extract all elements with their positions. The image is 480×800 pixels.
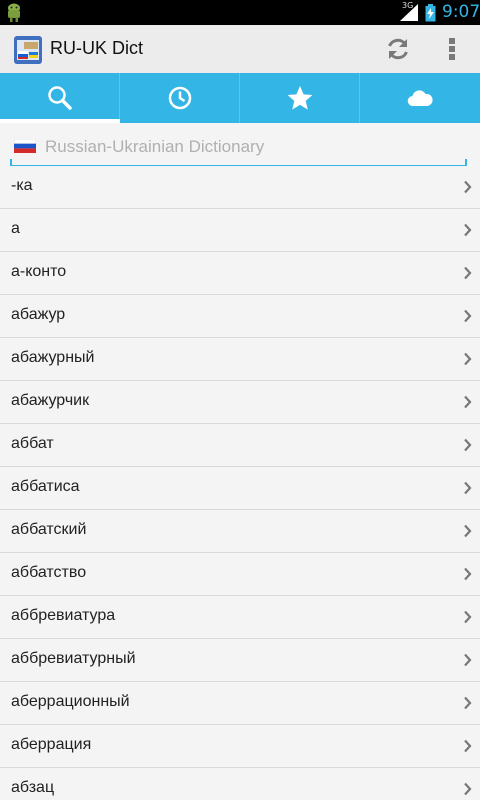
word-list: -ка а а-конто абажур абажурный абажурчик аббат… (0, 166, 480, 800)
word-list-item[interactable]: аббатство (0, 553, 480, 596)
tab-bar (0, 73, 480, 123)
search-input[interactable] (45, 133, 465, 161)
word-list-item[interactable]: аббат (0, 424, 480, 467)
chevron-right-icon (464, 309, 472, 323)
chevron-right-icon (464, 567, 472, 581)
word-list-item[interactable]: а (0, 209, 480, 252)
chevron-right-icon (464, 481, 472, 495)
signal-strength-icon (400, 4, 418, 21)
word-label: аббат (11, 435, 54, 452)
word-label: абажурчик (11, 392, 90, 409)
russian-flag-icon (14, 139, 36, 153)
battery-charging-icon (425, 4, 436, 22)
word-label: аббатский (11, 521, 87, 538)
word-label: абажурный (11, 349, 95, 366)
chevron-right-icon (464, 266, 472, 280)
chevron-right-icon (464, 438, 472, 452)
word-list-item[interactable]: -ка (0, 166, 480, 209)
chevron-right-icon (464, 610, 472, 624)
word-label: -ка (11, 177, 33, 194)
chevron-right-icon (464, 180, 472, 194)
refresh-icon (388, 38, 408, 60)
search-icon (47, 86, 72, 110)
chevron-right-icon (464, 696, 472, 710)
chevron-right-icon (464, 223, 472, 237)
word-list-item[interactable]: аберрация (0, 725, 480, 768)
tab-favorites[interactable] (240, 73, 360, 123)
word-list-item[interactable]: аббатский (0, 510, 480, 553)
word-list-item[interactable]: абзац (0, 768, 480, 800)
refresh-button[interactable] (378, 29, 418, 69)
cloud-icon (407, 90, 433, 107)
word-label: аббатиса (11, 478, 80, 495)
tab-history[interactable] (120, 73, 240, 123)
word-list-item[interactable]: аббревиатурный (0, 639, 480, 682)
word-list-item[interactable]: аббатиса (0, 467, 480, 510)
chevron-right-icon (464, 782, 472, 796)
chevron-right-icon (464, 395, 472, 409)
word-label: а (11, 220, 20, 237)
word-list-item[interactable]: аббревиатура (0, 596, 480, 639)
word-list-item[interactable]: абажурчик (0, 381, 480, 424)
word-label: абажур (11, 306, 66, 323)
chevron-right-icon (464, 739, 472, 753)
word-list-item[interactable]: аберрационный (0, 682, 480, 725)
android-notification-icon (8, 3, 20, 22)
clock-icon (168, 86, 191, 110)
word-list-item[interactable]: а-конто (0, 252, 480, 295)
status-bar: 3G 9:07 (0, 0, 480, 25)
word-list-item[interactable]: абажур (0, 295, 480, 338)
overflow-menu-button[interactable] (434, 29, 470, 69)
word-label: а-конто (11, 263, 67, 280)
chevron-right-icon (464, 653, 472, 667)
app-title: RU-UK Dict (50, 38, 143, 58)
word-label: аббревиатура (11, 607, 116, 624)
word-label: абзац (11, 779, 55, 796)
chevron-right-icon (464, 524, 472, 538)
word-list-item[interactable]: абажурный (0, 338, 480, 381)
star-icon (287, 86, 312, 110)
app-icon (14, 36, 42, 64)
tab-search[interactable] (0, 73, 120, 123)
word-label: аберрационный (11, 693, 130, 710)
overflow-menu-icon (449, 38, 455, 60)
tab-cloud[interactable] (360, 73, 480, 123)
status-clock: 9:07 (442, 2, 480, 22)
word-label: аббревиатурный (11, 650, 136, 667)
chevron-right-icon (464, 352, 472, 366)
word-label: аббатство (11, 564, 87, 581)
action-bar: RU-UK Dict (0, 25, 480, 73)
search-area (0, 123, 480, 167)
word-label: аберрация (11, 736, 92, 753)
